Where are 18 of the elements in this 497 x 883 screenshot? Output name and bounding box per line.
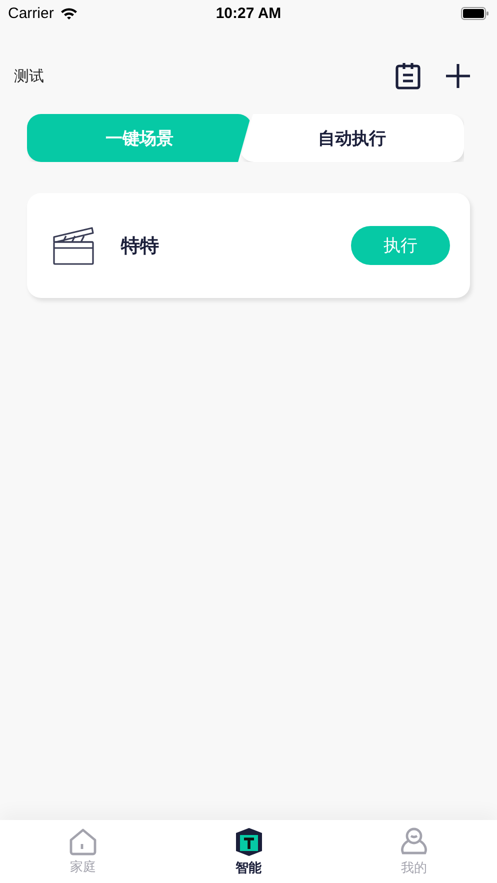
- nav-tab[interactable]: 家庭: [0, 820, 166, 883]
- scene-name: 特特: [121, 234, 160, 258]
- wifi-icon: [60, 6, 78, 20]
- cube-icon: [234, 826, 264, 856]
- clipboard-icon[interactable]: [395, 62, 421, 90]
- clapperboard-icon: [53, 226, 95, 266]
- home-icon: [68, 828, 98, 856]
- nav-tab[interactable]: 我的: [331, 820, 497, 883]
- status-time: 10:27 AM: [216, 4, 282, 22]
- page-title: 测试: [14, 66, 44, 86]
- carrier-label: Carrier: [8, 4, 54, 22]
- add-icon[interactable]: [445, 63, 471, 89]
- nav-tab[interactable]: 智能: [166, 820, 332, 883]
- battery-icon: [461, 6, 489, 20]
- tab[interactable]: 自动执行: [240, 114, 464, 162]
- execute-button[interactable]: 执行: [351, 226, 450, 265]
- person-icon: [399, 826, 430, 856]
- tab[interactable]: 一键场景: [27, 114, 252, 162]
